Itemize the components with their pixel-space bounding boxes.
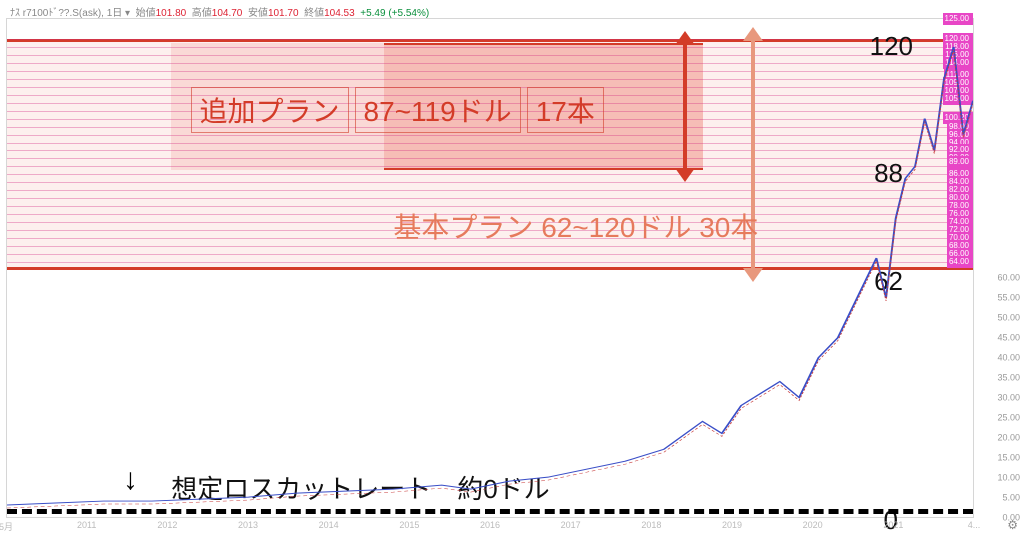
price-chart[interactable]: 125.00120.00118.00116.00114.00111.00109.…: [6, 18, 974, 518]
chart-header: ﾅｽ r7100ﾄﾞ??.S(ask), 1日 ▾ 始値101.80 高値104…: [10, 4, 429, 19]
price-line: [7, 19, 973, 517]
gear-icon[interactable]: ⚙: [1007, 518, 1018, 532]
y-axis: 60.0055.0050.0045.0040.0035.0030.0025.00…: [976, 18, 1024, 518]
x-axis: 5月20112012201320142015201620172018201920…: [6, 520, 974, 532]
